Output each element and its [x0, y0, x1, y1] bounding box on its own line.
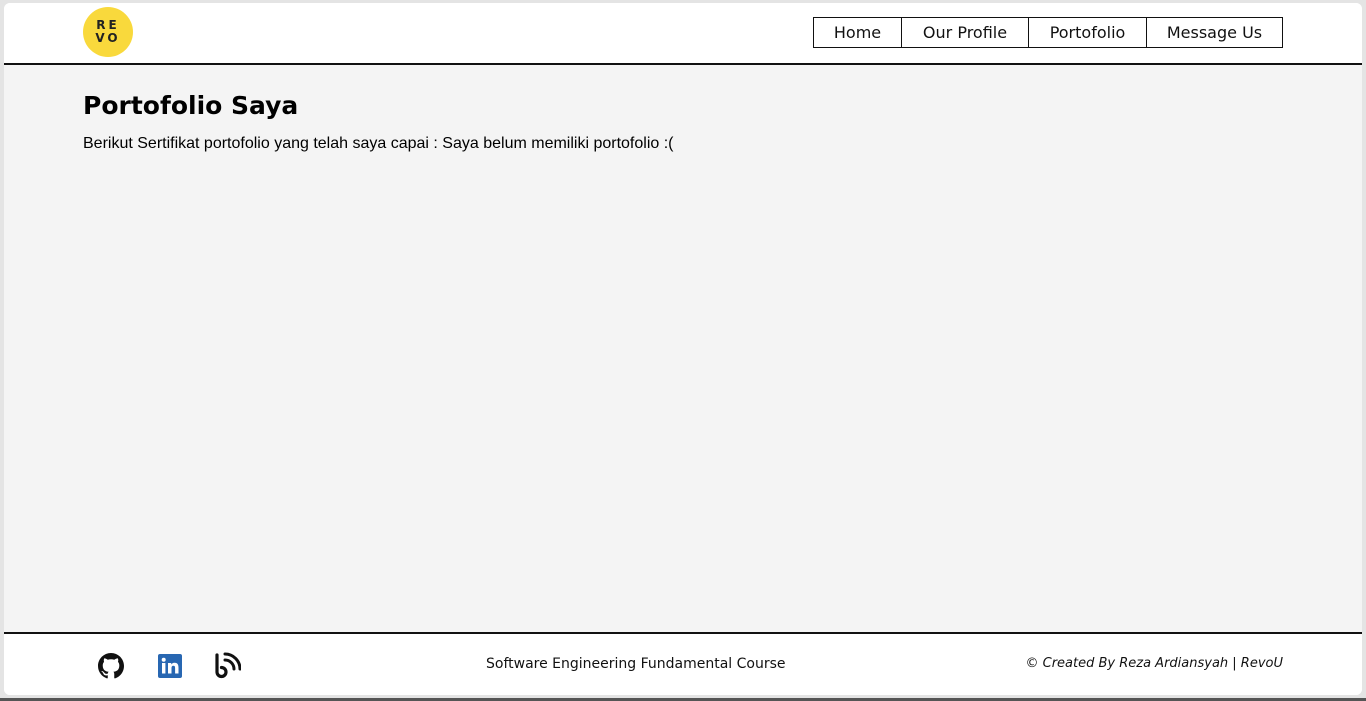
browser-viewport: RE VO Home Our Profile Portofolio Messag…: [4, 3, 1362, 695]
portfolio-description: Berikut Sertifikat portofolio yang telah…: [83, 135, 674, 152]
nav-message-us-button[interactable]: Message Us: [1146, 17, 1283, 48]
github-icon[interactable]: [97, 652, 125, 680]
linkedin-icon[interactable]: [156, 652, 184, 680]
course-label: Software Engineering Fundamental Course: [486, 656, 786, 672]
main-content: Portofolio Saya Berikut Sertifikat porto…: [4, 65, 1362, 632]
blog-icon[interactable]: [213, 652, 241, 680]
revou-logo[interactable]: RE VO: [83, 7, 133, 57]
nav-portofolio-button[interactable]: Portofolio: [1028, 17, 1147, 48]
nav-home-button[interactable]: Home: [813, 17, 902, 48]
logo-text-line2: VO: [95, 31, 121, 45]
main-nav: Home Our Profile Portofolio Message Us: [813, 17, 1283, 48]
copyright-credit: © Created By Reza Ardiansyah | RevoU: [1025, 656, 1283, 671]
site-footer: Software Engineering Fundamental Course …: [4, 632, 1362, 695]
site-header: RE VO Home Our Profile Portofolio Messag…: [4, 3, 1362, 65]
nav-our-profile-button[interactable]: Our Profile: [901, 17, 1029, 48]
page-title: Portofolio Saya: [83, 91, 299, 120]
